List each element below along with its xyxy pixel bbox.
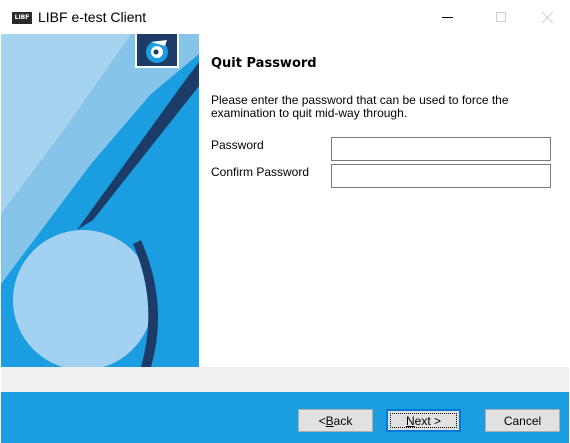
back-button[interactable]: < Back — [298, 409, 373, 432]
cancel-button[interactable]: Cancel — [485, 409, 560, 432]
wizard-footer: < Back Next > Cancel — [1, 392, 569, 443]
back-button-mnemonic: B — [325, 413, 334, 428]
banner-graphic — [1, 34, 199, 367]
close-button[interactable] — [524, 0, 570, 34]
password-field[interactable] — [331, 137, 551, 161]
wizard-banner-image — [1, 34, 199, 367]
wizard-content: Quit Password Please enter the password … — [199, 34, 569, 367]
close-icon — [541, 11, 554, 24]
window-title: LIBF e-test Client — [38, 9, 147, 25]
app-logo-icon: LIBF — [12, 12, 32, 24]
minimize-icon — [441, 16, 453, 18]
back-button-prefix: < — [318, 413, 326, 428]
confirm-password-label: Confirm Password — [211, 165, 310, 179]
maximize-icon — [496, 12, 506, 22]
focus-ring — [390, 413, 457, 428]
page-title: Quit Password — [211, 56, 317, 71]
title-bar: LIBF LIBF e-test Client — [0, 0, 570, 34]
page-description: Please enter the password that can be us… — [211, 93, 509, 120]
confirm-password-field[interactable] — [331, 164, 551, 188]
next-button[interactable]: Next > — [386, 409, 461, 432]
back-button-rest: ack — [333, 413, 353, 428]
installer-window: LIBF LIBF e-test Client Quit Password Pl… — [0, 0, 570, 443]
maximize-button[interactable] — [478, 0, 524, 34]
separator-strip — [1, 367, 569, 392]
password-label: Password — [211, 138, 264, 152]
minimize-button[interactable] — [424, 0, 470, 34]
